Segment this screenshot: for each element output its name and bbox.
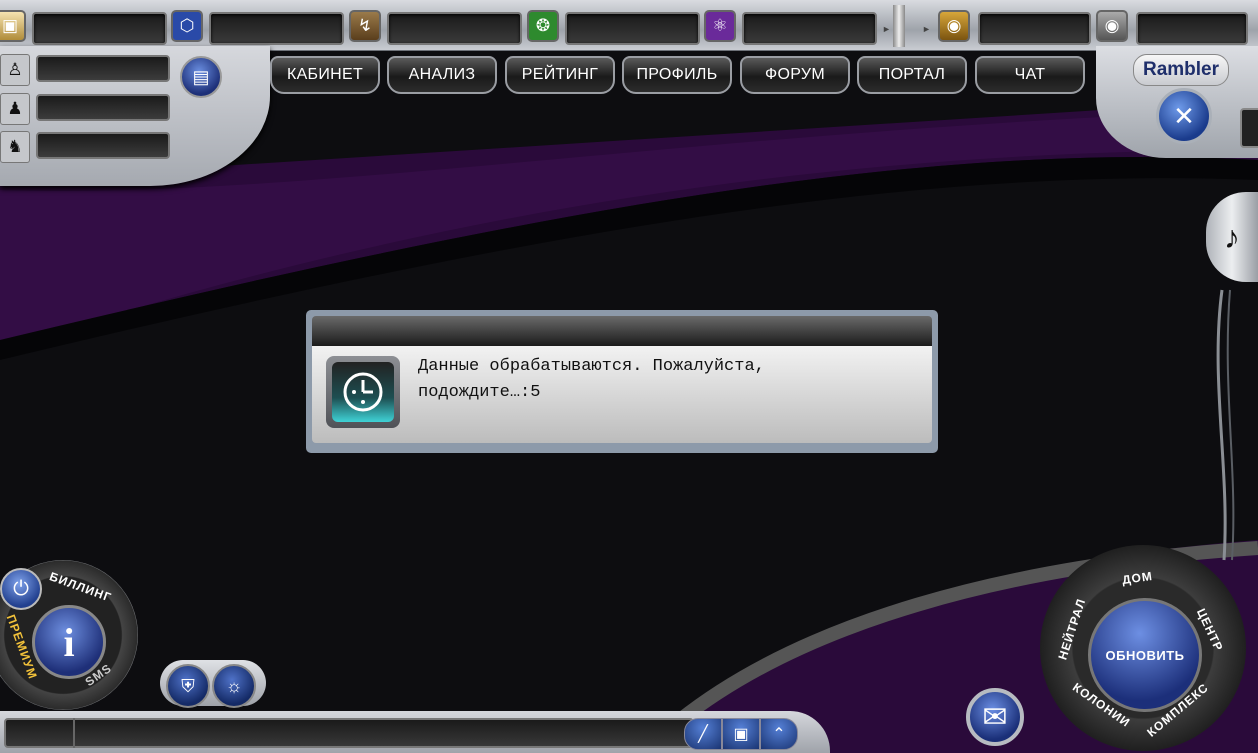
scientist-icon[interactable]: ♟ [0,93,30,125]
countdown-value: 5 [530,383,541,402]
status-slot-1 [36,55,170,82]
divider [893,5,905,47]
rambler-logo[interactable]: Rambler [1133,54,1229,86]
processing-dialog: Данные обрабатываются. Пожалуйста, подож… [306,310,938,453]
tab-chat[interactable]: ЧАТ [975,56,1085,94]
message-text: Данные обрабатываются. Пожалуйста, подож… [418,357,765,402]
tab-cabinet[interactable]: КАБИНЕТ [270,56,380,94]
dialog-message: Данные обрабатываются. Пожалуйста, подож… [418,354,888,406]
soldier-icon[interactable]: ♞ [0,131,30,163]
lightning-icon[interactable]: ↯ [349,10,381,42]
dialog-header [312,316,932,346]
gold-icon[interactable]: ◉ [1096,10,1128,42]
resource-slot-3 [387,12,522,45]
status-slot-2 [36,94,170,121]
status-slot-3 [36,132,170,159]
coins-icon[interactable]: ◉ [938,10,970,42]
dialog-body: Данные обрабатываются. Пожалуйста, подож… [312,346,932,443]
arrow-right-icon: ► [922,24,931,34]
chevron-up-icon[interactable]: ⌃ [760,718,798,750]
box-icon[interactable]: ⬡ [171,10,203,42]
resource-slot-2 [209,12,344,45]
arrow-right-icon: ► [882,24,891,34]
resource-slot-6 [978,12,1091,45]
sword-icon[interactable]: ╱ [684,718,722,750]
atom-icon[interactable]: ⚛ [704,10,736,42]
shield-icon[interactable]: ⛨ [166,664,210,708]
cube-icon[interactable]: ▣ [0,10,26,42]
sun-icon[interactable]: ☼ [212,664,256,708]
document-icon[interactable]: ▤ [180,56,222,98]
binoculars-icon[interactable]: ▣ [722,718,760,750]
resource-slot-5 [742,12,877,45]
tools-icon[interactable]: ✕ [1156,88,1212,144]
tab-analysis[interactable]: АНАЛИЗ [387,56,497,94]
side-handle[interactable] [1240,108,1258,148]
worker-icon[interactable]: ♙ [0,54,30,86]
tab-portal[interactable]: ПОРТАЛ [857,56,967,94]
resource-slot-1 [32,12,167,45]
chat-input[interactable] [4,718,694,748]
tab-forum[interactable]: ФОРУМ [740,56,850,94]
tab-rating[interactable]: РЕЙТИНГ [505,56,615,94]
clock-icon [326,356,400,428]
chat-divider [73,718,75,748]
resource-slot-4 [565,12,700,45]
resource-slot-7 [1136,12,1248,45]
tab-profile[interactable]: ПРОФИЛЬ [622,56,732,94]
mail-icon[interactable]: ✉ [966,688,1024,746]
power-icon[interactable]: ⏻ [0,568,42,610]
wheat-icon[interactable]: ❂ [527,10,559,42]
